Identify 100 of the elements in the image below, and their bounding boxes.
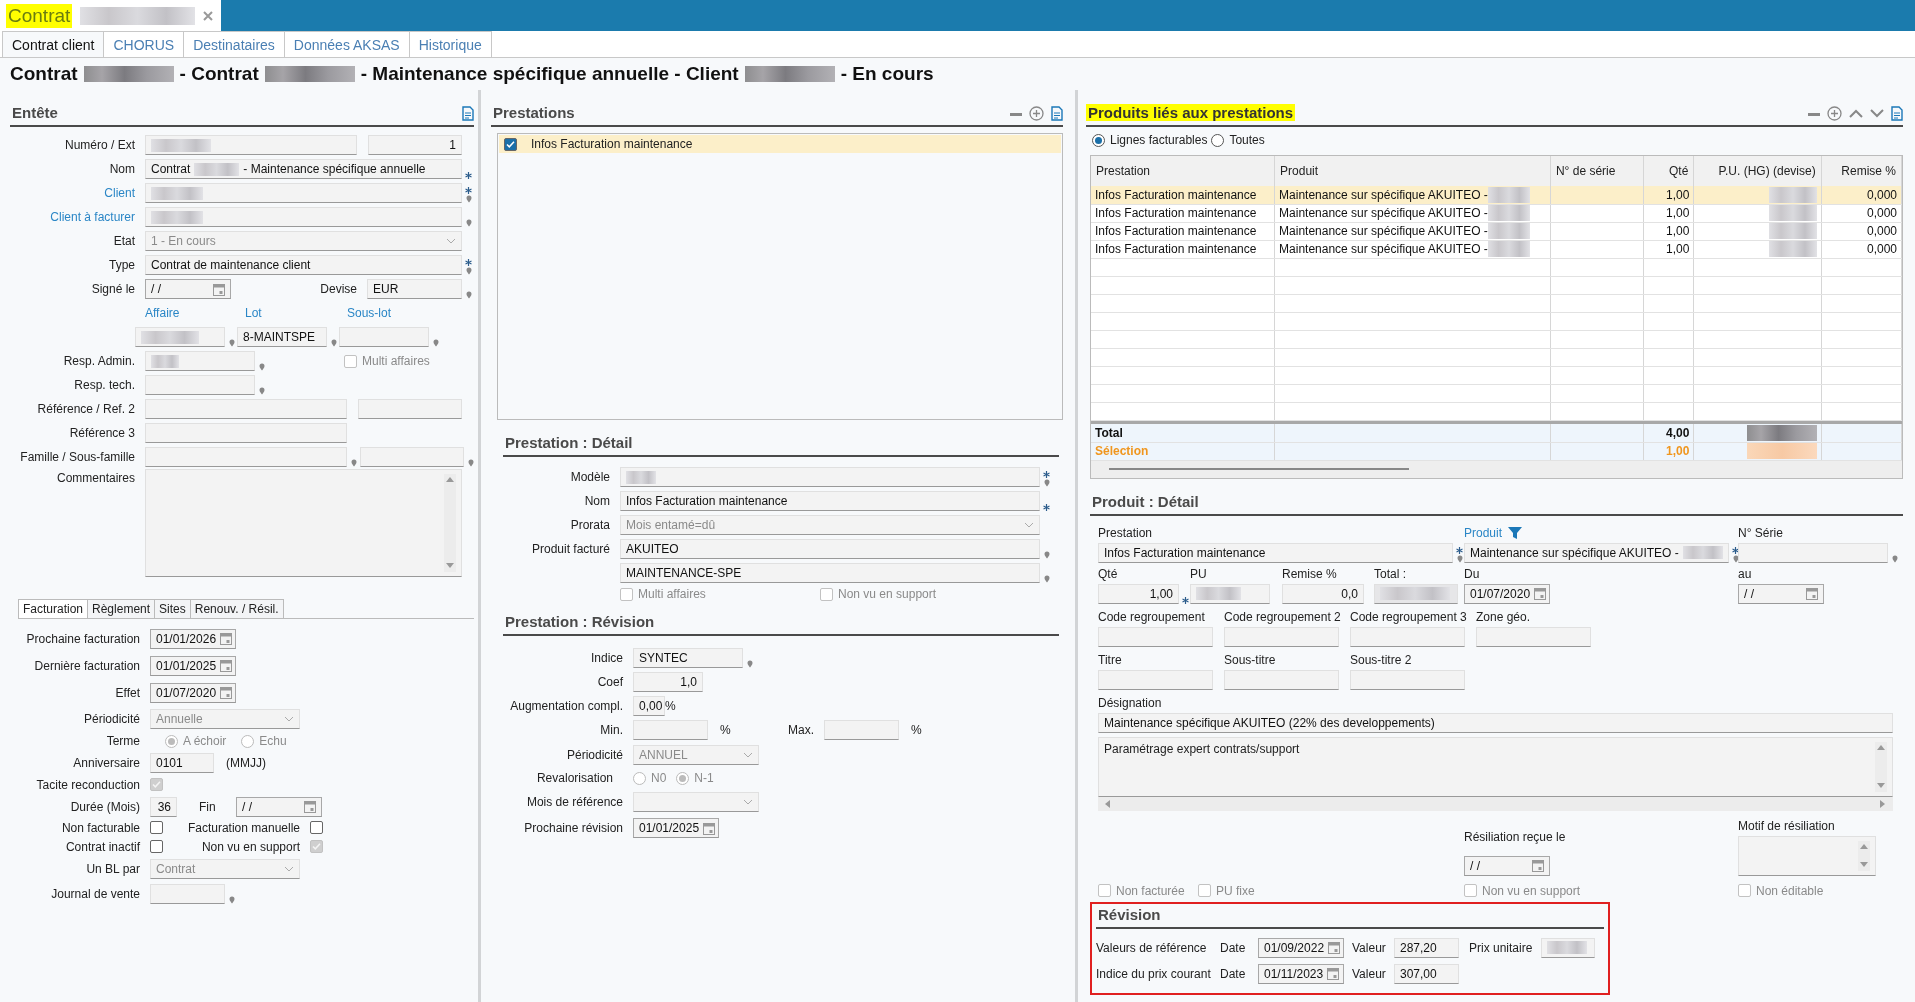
text-field[interactable]: [360, 447, 464, 467]
column-header[interactable]: Prestation: [1091, 156, 1275, 186]
text-field[interactable]: [1350, 626, 1465, 647]
radio-button[interactable]: [1211, 133, 1225, 147]
text-field[interactable]: [145, 447, 347, 467]
field-link[interactable]: Client à facturer: [10, 210, 145, 224]
document-tab[interactable]: Contrat: [0, 0, 221, 31]
text-field[interactable]: [145, 207, 462, 227]
column-header[interactable]: Remise %: [1821, 156, 1902, 186]
column-header[interactable]: P.U. (HG) (devise): [1693, 156, 1822, 186]
checkbox[interactable]: [150, 821, 163, 834]
text-field[interactable]: [633, 720, 708, 740]
text-field[interactable]: 287,20: [1394, 937, 1459, 958]
date-field[interactable]: 01/01/2026: [150, 628, 236, 649]
list-item[interactable]: Infos Facturation maintenance: [499, 135, 1061, 153]
text-field[interactable]: [1190, 583, 1270, 604]
date-field[interactable]: 01/07/2020: [1464, 583, 1550, 604]
tab[interactable]: Règlement: [88, 599, 156, 618]
text-field[interactable]: [1224, 626, 1339, 647]
text-field[interactable]: MAINTENANCE-SPE: [620, 563, 1040, 583]
text-field[interactable]: 0101: [150, 752, 214, 773]
tab[interactable]: Historique: [408, 31, 492, 57]
tab[interactable]: Sites: [155, 599, 191, 618]
chevron-down-icon: [743, 752, 753, 758]
date-field[interactable]: / /: [236, 796, 322, 817]
table-row[interactable]: Infos Facturation maintenance Maintenance sur spécifique AKUITEO - 1,00 0,000: [1091, 186, 1902, 204]
column-header[interactable]: Qté: [1643, 156, 1694, 186]
text-field[interactable]: [1224, 669, 1339, 690]
text-field[interactable]: [824, 720, 899, 740]
field-label: Qté: [1098, 566, 1119, 581]
text-field[interactable]: [150, 884, 225, 904]
text-field[interactable]: [620, 467, 1040, 487]
text-field[interactable]: [145, 375, 255, 395]
text-field[interactable]: EUR: [367, 279, 462, 299]
field-label: Prochaine révision: [523, 821, 624, 835]
checkbox[interactable]: [150, 840, 163, 853]
text-field[interactable]: Infos Facturation maintenance: [1098, 542, 1453, 563]
blurred-block: [1768, 186, 1817, 203]
field-link[interactable]: Produit: [1464, 525, 1503, 540]
column-header[interactable]: N° de série: [1550, 156, 1644, 186]
text-field[interactable]: [145, 351, 255, 371]
date-field[interactable]: 01/01/2025: [150, 655, 236, 676]
text-field[interactable]: [1098, 669, 1213, 690]
lookup-icon: [746, 660, 753, 668]
field-label: Contrat inactif: [64, 839, 141, 854]
field-label: Zone géo.: [1476, 609, 1532, 624]
text-field[interactable]: 1: [368, 135, 462, 155]
column-header[interactable]: Produit: [1274, 156, 1551, 186]
text-field[interactable]: 1,00: [1098, 583, 1179, 604]
comment-field[interactable]: [145, 469, 462, 577]
text-field[interactable]: 307,00: [1394, 963, 1459, 984]
text-field[interactable]: [145, 183, 462, 203]
text-field[interactable]: 8-MAINTSPE: [237, 327, 327, 347]
date-field[interactable]: / /: [145, 279, 231, 299]
text-field[interactable]: Infos Facturation maintenance: [620, 491, 1040, 511]
field-link[interactable]: Lot: [245, 306, 347, 320]
text-field[interactable]: 1,0: [633, 672, 703, 692]
text-field[interactable]: [1350, 669, 1465, 690]
text-field[interactable]: 0,0: [1282, 583, 1364, 604]
text-field[interactable]: [1098, 626, 1213, 647]
date-field[interactable]: 01/07/2020: [150, 682, 236, 703]
blurred-block: [1487, 205, 1530, 221]
text-field[interactable]: AKUITEO: [620, 539, 1040, 559]
text-field[interactable]: [358, 399, 462, 419]
text-field[interactable]: [339, 327, 429, 347]
text-field[interactable]: Maintenance spécifique AKUITEO (22% des developpements): [1098, 712, 1893, 733]
field-link[interactable]: Affaire: [145, 306, 245, 320]
date-field[interactable]: / /: [1738, 583, 1824, 604]
text-field[interactable]: 0,00: [633, 696, 665, 716]
text-field[interactable]: [1476, 626, 1591, 647]
date-field[interactable]: 01/01/2025: [633, 818, 719, 838]
checkbox[interactable]: [504, 137, 517, 151]
tab[interactable]: Facturation: [18, 599, 89, 618]
reason-field[interactable]: [1738, 835, 1876, 876]
text-field[interactable]: [145, 423, 347, 443]
text-field[interactable]: [1738, 542, 1888, 563]
text-field[interactable]: 36: [150, 796, 177, 817]
text-field[interactable]: Contrat - Maintenance spécifique annuelle: [145, 159, 462, 179]
tab[interactable]: Contrat client: [2, 31, 105, 57]
tab[interactable]: Renouv. / Résil.: [190, 599, 284, 618]
dropdown[interactable]: [633, 792, 759, 812]
text-field[interactable]: [145, 135, 357, 155]
field-link[interactable]: Sous-lot: [347, 306, 392, 320]
text-field[interactable]: [1541, 937, 1595, 958]
date-field[interactable]: 01/09/2022: [1258, 937, 1344, 958]
text-field[interactable]: [135, 327, 225, 347]
radio-button[interactable]: [1092, 133, 1105, 147]
text-field[interactable]: [145, 399, 347, 419]
description-field[interactable]: Paramétrage expert contrats/support: [1098, 736, 1893, 797]
date-field[interactable]: 01/11/2023: [1258, 963, 1344, 984]
text-field[interactable]: [1374, 583, 1458, 604]
field-link[interactable]: Client: [10, 186, 145, 200]
checkbox[interactable]: [310, 821, 323, 834]
text-field[interactable]: SYNTEC: [633, 648, 743, 668]
table-cell: Maintenance sur spécifique AKUITEO -: [1279, 242, 1488, 256]
table-cell: Infos Facturation maintenance: [1091, 222, 1275, 240]
page-title: - Maintenance spécifique annuelle - Client: [360, 63, 739, 85]
text-field[interactable]: Contrat de maintenance client: [145, 255, 462, 275]
text-field[interactable]: Maintenance sur spécifique AKUITEO -: [1464, 542, 1729, 563]
date-field[interactable]: / /: [1464, 855, 1550, 876]
